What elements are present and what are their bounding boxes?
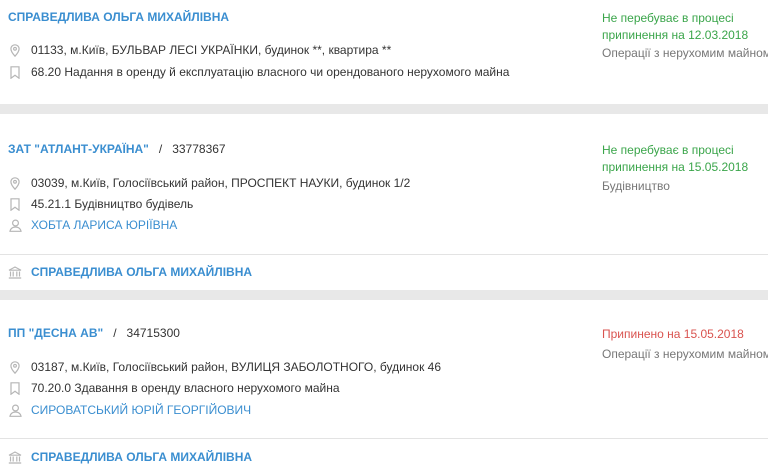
map-pin-icon: [8, 175, 22, 191]
status-text: Не перебуває в процесі припинення на 12.…: [602, 11, 749, 42]
title-separator: /: [158, 142, 163, 156]
status-text: Припинено на 15.05.2018: [602, 327, 744, 341]
founder-row: СПРАВЕДЛИВА ОЛЬГА МИХАЙЛІВНА: [8, 265, 252, 279]
category-text: Операції з нерухомим майном: [602, 347, 768, 361]
activity-text: 70.20.0 Здавання в оренду власного нерух…: [31, 381, 340, 395]
activity-text: 68.20 Надання в оренду й експлуатацію вл…: [31, 65, 510, 79]
activity-row: 45.21.1 Будівництво будівель: [8, 196, 193, 212]
section-divider: [0, 254, 768, 255]
director-link[interactable]: СИРОВАТСЬКИЙ ЮРІЙ ГЕОРГІЙОВИЧ: [31, 403, 251, 417]
status-text: Не перебуває в процесі припинення на 15.…: [602, 143, 749, 174]
edrpou-code: 33778367: [172, 142, 226, 156]
map-pin-icon: [8, 42, 22, 58]
category-text: Операції з нерухомим майном: [602, 46, 768, 60]
map-pin-icon: [8, 359, 22, 375]
founder-link[interactable]: СПРАВЕДЛИВА ОЛЬГА МИХАЙЛІВНА: [31, 265, 252, 279]
record-separator: [0, 290, 768, 300]
activity-text: 45.21.1 Будівництво будівель: [31, 197, 194, 211]
address-row: 03187, м.Київ, Голосіївський район, ВУЛИ…: [8, 359, 441, 375]
record-separator: [0, 104, 768, 114]
bookmark-icon: [8, 380, 22, 396]
founder-row: СПРАВЕДЛИВА ОЛЬГА МИХАЙЛІВНА: [8, 450, 252, 464]
bookmark-icon: [8, 196, 22, 212]
activity-row: 68.20 Надання в оренду й експлуатацію вл…: [8, 64, 509, 80]
address-row: 01133, м.Київ, БУЛЬВАР ЛЕСІ УКРАЇНКИ, бу…: [8, 42, 391, 58]
entity-name-link[interactable]: ЗАТ "АТЛАНТ-УКРАЇНА": [8, 142, 149, 156]
record-title: СПРАВЕДЛИВА ОЛЬГА МИХАЙЛІВНА: [8, 10, 229, 24]
record-title: ЗАТ "АТЛАНТ-УКРАЇНА" / 33778367: [8, 142, 226, 156]
section-divider: [0, 438, 768, 439]
address-text: 03039, м.Київ, Голосіївський район, ПРОС…: [31, 176, 411, 190]
director-link[interactable]: ХОБТА ЛАРИСА ЮРІЇВНА: [31, 218, 177, 232]
bank-icon: [8, 265, 22, 279]
entity-name-link[interactable]: СПРАВЕДЛИВА ОЛЬГА МИХАЙЛІВНА: [8, 10, 229, 24]
address-text: 01133, м.Київ, БУЛЬВАР ЛЕСІ УКРАЇНКИ, бу…: [31, 43, 392, 57]
bank-icon: [8, 450, 22, 464]
edrpou-code: 34715300: [126, 326, 180, 340]
title-separator: /: [113, 326, 117, 340]
address-text: 03187, м.Київ, Голосіївський район, ВУЛИ…: [31, 360, 442, 374]
user-icon: [8, 402, 22, 418]
director-row: СИРОВАТСЬКИЙ ЮРІЙ ГЕОРГІЙОВИЧ: [8, 402, 251, 418]
user-icon: [8, 217, 22, 233]
founder-link[interactable]: СПРАВЕДЛИВА ОЛЬГА МИХАЙЛІВНА: [31, 450, 252, 464]
activity-row: 70.20.0 Здавання в оренду власного нерух…: [8, 380, 340, 396]
bookmark-icon: [8, 64, 22, 80]
entity-name-link[interactable]: ПП "ДЕСНА АВ": [8, 326, 103, 340]
record-title: ПП "ДЕСНА АВ" / 34715300: [8, 326, 180, 340]
director-row: ХОБТА ЛАРИСА ЮРІЇВНА: [8, 217, 177, 233]
category-text: Будівництво: [602, 179, 670, 193]
address-row: 03039, м.Київ, Голосіївський район, ПРОС…: [8, 175, 410, 191]
